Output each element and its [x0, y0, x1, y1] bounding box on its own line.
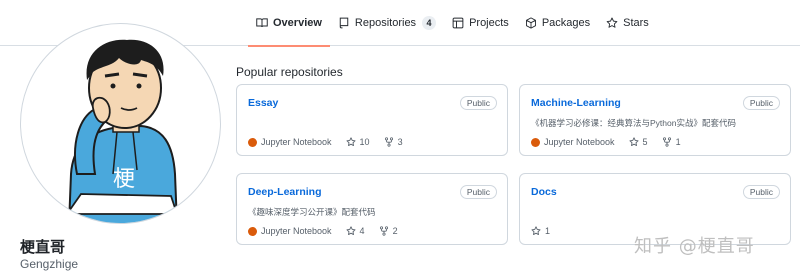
- zhihu-watermark: 知乎 @梗直哥: [634, 236, 755, 257]
- star-icon: [531, 226, 541, 235]
- repo-name-link[interactable]: Docs: [531, 186, 557, 198]
- tab-bar: Overview Repositories 4 Projects Package…: [248, 0, 657, 47]
- stargazers-link[interactable]: 5: [629, 137, 648, 147]
- repo-language: Jupyter Notebook: [544, 137, 615, 147]
- tab-projects[interactable]: Projects: [444, 0, 517, 46]
- repo-language: Jupyter Notebook: [261, 137, 332, 147]
- avatar-glyph: 梗: [113, 167, 135, 192]
- language-color-dot: [248, 226, 257, 236]
- visibility-badge: Public: [459, 96, 497, 110]
- visibility-badge: Public: [742, 96, 780, 110]
- tab-packages-label: Packages: [541, 17, 591, 29]
- tab-packages[interactable]: Packages: [517, 0, 598, 46]
- star-count: 10: [359, 137, 370, 147]
- tab-overview[interactable]: Overview: [248, 0, 330, 47]
- repo-description: 《机器学习必修课：经典算法与Python实战》配套代码: [531, 118, 736, 128]
- forks-link[interactable]: 1: [662, 137, 681, 147]
- repo-meta: Jupyter Notebook 5 1: [531, 137, 695, 147]
- forks-link[interactable]: 2: [379, 226, 398, 236]
- repo-name-link[interactable]: Essay: [248, 97, 278, 109]
- star-count: 1: [545, 226, 551, 236]
- tab-repositories-label: Repositories: [354, 17, 417, 29]
- avatar-illustration: 梗: [65, 39, 179, 223]
- language-color-dot: [248, 137, 257, 147]
- table-icon: [452, 17, 464, 29]
- book-icon: [256, 18, 268, 28]
- star-icon: [629, 137, 639, 146]
- package-icon: [525, 17, 536, 29]
- fork-count: 3: [397, 137, 403, 147]
- repo-description: 《趣味深度学习公开课》配套代码: [248, 207, 376, 217]
- stargazers-link[interactable]: 10: [346, 137, 370, 147]
- fork-icon: [662, 137, 671, 147]
- tab-repositories[interactable]: Repositories 4: [330, 0, 444, 46]
- repo-name-link[interactable]: Machine-Learning: [531, 97, 621, 109]
- star-icon: [606, 17, 618, 28]
- repo-card: Deep-Learning Public 《趣味深度学习公开课》配套代码 Jup…: [236, 173, 508, 245]
- repo-language: Jupyter Notebook: [261, 226, 332, 236]
- stargazers-link[interactable]: 4: [346, 226, 365, 236]
- visibility-badge: Public: [459, 185, 497, 199]
- forks-link[interactable]: 3: [384, 137, 403, 147]
- repo-meta: 1: [531, 226, 564, 236]
- fork-icon: [379, 226, 388, 236]
- star-icon: [346, 226, 356, 235]
- stargazers-link[interactable]: 1: [531, 226, 550, 236]
- repo-meta: Jupyter Notebook 4 2: [248, 226, 412, 236]
- section-title: Popular repositories: [236, 65, 343, 79]
- tab-stars[interactable]: Stars: [598, 0, 657, 46]
- repo-icon: [339, 17, 349, 29]
- star-icon: [346, 137, 356, 146]
- profile-name: 梗直哥: [20, 239, 66, 256]
- repo-card: Machine-Learning Public 《机器学习必修课：经典算法与Py…: [519, 84, 791, 156]
- tab-stars-label: Stars: [623, 17, 649, 29]
- fork-count: 1: [675, 137, 681, 147]
- repo-card: Essay Public Jupyter Notebook 10 3: [236, 84, 508, 156]
- fork-icon: [384, 137, 393, 147]
- repo-name-link[interactable]: Deep-Learning: [248, 186, 322, 198]
- profile-login: Gengzhige: [20, 257, 79, 271]
- star-count: 5: [642, 137, 648, 147]
- avatar[interactable]: 梗: [20, 23, 221, 224]
- visibility-badge: Public: [742, 185, 780, 199]
- fork-count: 2: [392, 226, 398, 236]
- star-count: 4: [359, 226, 365, 236]
- repo-meta: Jupyter Notebook 10 3: [248, 137, 417, 147]
- tab-overview-label: Overview: [273, 17, 322, 29]
- repositories-count-badge: 4: [422, 16, 437, 30]
- tab-projects-label: Projects: [469, 17, 509, 29]
- language-color-dot: [531, 137, 540, 147]
